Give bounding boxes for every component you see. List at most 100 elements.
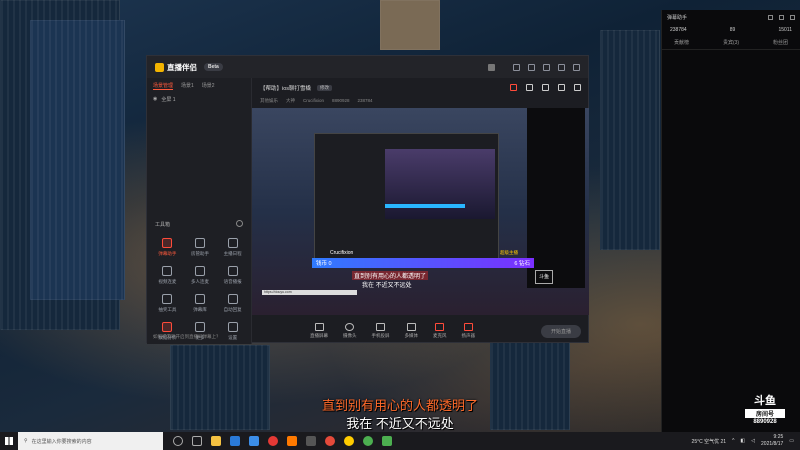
minimize-icon[interactable] xyxy=(779,14,784,20)
record-icon[interactable] xyxy=(526,84,533,91)
close-icon[interactable] xyxy=(573,63,580,71)
network-icon[interactable]: ◧ xyxy=(740,438,745,444)
calendar-icon xyxy=(227,238,238,248)
tool-label: 语音播报 xyxy=(223,279,242,284)
speaker-button[interactable]: 扬声器 xyxy=(462,323,475,339)
maximize-icon[interactable] xyxy=(558,63,565,71)
tab-scene-2[interactable]: 场景2 xyxy=(202,82,215,90)
tool-item[interactable]: 抽奖工具 xyxy=(151,294,184,313)
danmu-line: 我在 不近又不远处 xyxy=(362,283,412,289)
go-live-button[interactable]: 开始直播 xyxy=(540,324,581,338)
tab-vip[interactable]: 贵宾(3) xyxy=(723,39,739,46)
taskbar: ⚲ 在这里输入你要搜索的内容 25°C 空气优 21 ^ ◧ ◁ 9:25 20… xyxy=(0,432,800,450)
screen-icon[interactable] xyxy=(542,84,549,91)
weather-widget[interactable]: 25°C 空气优 21 xyxy=(692,438,727,445)
app-icon[interactable] xyxy=(268,436,278,446)
tab-fan-club[interactable]: 粉丝团 xyxy=(773,39,788,46)
source-phone-button[interactable]: 手机投屏 xyxy=(372,323,390,339)
danmu-line: 直到别有用心的人都透明了 xyxy=(352,271,429,280)
speaker-icon xyxy=(463,323,473,331)
tab-contribution[interactable]: 贡献榜 xyxy=(674,39,689,46)
chevron-up-icon[interactable]: ^ xyxy=(732,438,734,444)
store-icon[interactable] xyxy=(249,436,259,446)
heat-value: 238784 xyxy=(357,98,373,103)
tab-scene-1[interactable]: 场景1 xyxy=(181,82,194,90)
edit-room-button[interactable]: 修改 xyxy=(317,85,333,91)
source-screen-button[interactable]: 直播屏幕 xyxy=(310,323,328,339)
app-icon[interactable] xyxy=(306,436,316,446)
start-button[interactable] xyxy=(0,432,18,450)
play-icon xyxy=(406,323,416,331)
room-title: 【帮助】ios聊打雪橇 xyxy=(260,86,312,92)
eye-icon[interactable]: ◉ xyxy=(153,96,157,103)
source-camera-button[interactable]: 摄像头 xyxy=(343,323,357,339)
window-controls xyxy=(488,63,580,71)
side-panel-titlebar[interactable]: 弹幕助手 xyxy=(662,10,800,24)
mic-icon xyxy=(435,323,445,331)
edge-icon[interactable] xyxy=(230,436,240,446)
tool-item[interactable]: 语音播报 xyxy=(216,266,249,285)
side-panel-stats: 238784 89 15011 xyxy=(662,24,800,36)
volume-icon[interactable]: ◁ xyxy=(751,438,755,444)
skin-icon[interactable] xyxy=(513,63,520,71)
source-media-button[interactable]: 多媒体 xyxy=(405,323,418,339)
scene-tabs: 场景管理 场景1 场景2 xyxy=(147,78,251,94)
help-link[interactable]: 如何把游戏开启到直播间弹幕上？ xyxy=(153,334,221,340)
avatar[interactable] xyxy=(488,63,495,71)
app-icon[interactable] xyxy=(344,436,354,446)
app-icon[interactable] xyxy=(325,436,335,446)
room-category[interactable]: 其他娱乐 xyxy=(260,98,278,108)
tool-item[interactable]: 多人连麦 xyxy=(184,266,217,285)
tool-item[interactable]: 自动回复 xyxy=(216,294,249,313)
douyu-logo: 斗鱼 xyxy=(754,395,776,407)
side-panel-title: 弹幕助手 xyxy=(667,14,688,21)
fan-stat: 15011 xyxy=(778,27,792,33)
cortana-icon[interactable] xyxy=(173,436,183,446)
tool-item[interactable]: 设置 xyxy=(216,322,249,341)
share-icon[interactable] xyxy=(510,84,517,91)
grid-icon xyxy=(194,322,205,332)
app-icon[interactable] xyxy=(363,436,373,446)
tool-label: 主播日程 xyxy=(223,251,242,256)
stream-app-window: 直播伴侣 Beta 场景管理 场景1 场景2 ◉ 全屏 1 工具箱 弹幕助手 房… xyxy=(146,55,589,344)
mic-button[interactable]: 麦克风 xyxy=(433,323,447,339)
tool-item[interactable]: 弹幕库 xyxy=(184,294,217,313)
more-icon[interactable] xyxy=(236,220,243,227)
home-icon[interactable] xyxy=(558,84,565,91)
tool-label: 多人连麦 xyxy=(190,279,209,284)
system-tray: 25°C 空气优 21 ^ ◧ ◁ 9:25 2021/8/17 ▭ xyxy=(692,434,800,448)
gear-icon xyxy=(227,322,238,332)
danmu-badge: 超级主播 xyxy=(500,250,518,255)
tool-item[interactable]: 主播日程 xyxy=(216,238,249,257)
tool-item[interactable]: 视频连麦 xyxy=(151,266,184,285)
scene-item-label: 全屏 1 xyxy=(161,97,176,103)
tab-scene-manage[interactable]: 场景管理 xyxy=(153,82,174,90)
toolbox-grid: 弹幕助手 房管助手 主播日程 视频连麦 多人连麦 语音播报 抽奖工具 弹幕库 自… xyxy=(151,238,249,341)
tool-item[interactable]: 弹幕助手 xyxy=(151,238,184,257)
file-explorer-icon[interactable] xyxy=(211,436,221,446)
gift-left: 钱币 0 xyxy=(316,261,332,267)
douyu-app-icon[interactable] xyxy=(287,436,297,446)
minimize-icon[interactable] xyxy=(543,63,550,71)
close-icon[interactable] xyxy=(790,14,795,20)
taskbar-search[interactable]: ⚲ 在这里输入你要搜索的内容 xyxy=(18,432,163,450)
wechat-icon[interactable] xyxy=(382,436,392,446)
tool-label: 弹幕库 xyxy=(193,307,207,312)
scene-item[interactable]: ◉ 全屏 1 xyxy=(147,94,251,105)
menu-icon[interactable] xyxy=(528,63,535,71)
notification-icon[interactable]: ▭ xyxy=(789,438,794,444)
stream-preview: Crucifixion 超级主播 钱币 0 6 钻石 直到别有用心的人都透明了 … xyxy=(252,108,589,315)
task-view-icon[interactable] xyxy=(192,436,202,446)
clock[interactable]: 9:25 2021/8/17 xyxy=(761,434,783,448)
tool-item[interactable]: 房管助手 xyxy=(184,238,217,257)
heat-stat: 238784 xyxy=(670,27,687,33)
app-titlebar[interactable]: 直播伴侣 Beta xyxy=(147,56,588,78)
gift-icon xyxy=(162,294,173,304)
list-icon xyxy=(194,294,205,304)
lock-icon[interactable] xyxy=(768,14,773,20)
image-icon xyxy=(227,266,238,276)
link-icon[interactable] xyxy=(574,84,581,91)
reply-icon xyxy=(227,294,238,304)
subtitle-line-1: 直到别有用心的人都透明了 xyxy=(321,398,478,413)
room-info: 其他娱乐 大神 Crucifixion 8890928 238784 xyxy=(252,98,589,108)
